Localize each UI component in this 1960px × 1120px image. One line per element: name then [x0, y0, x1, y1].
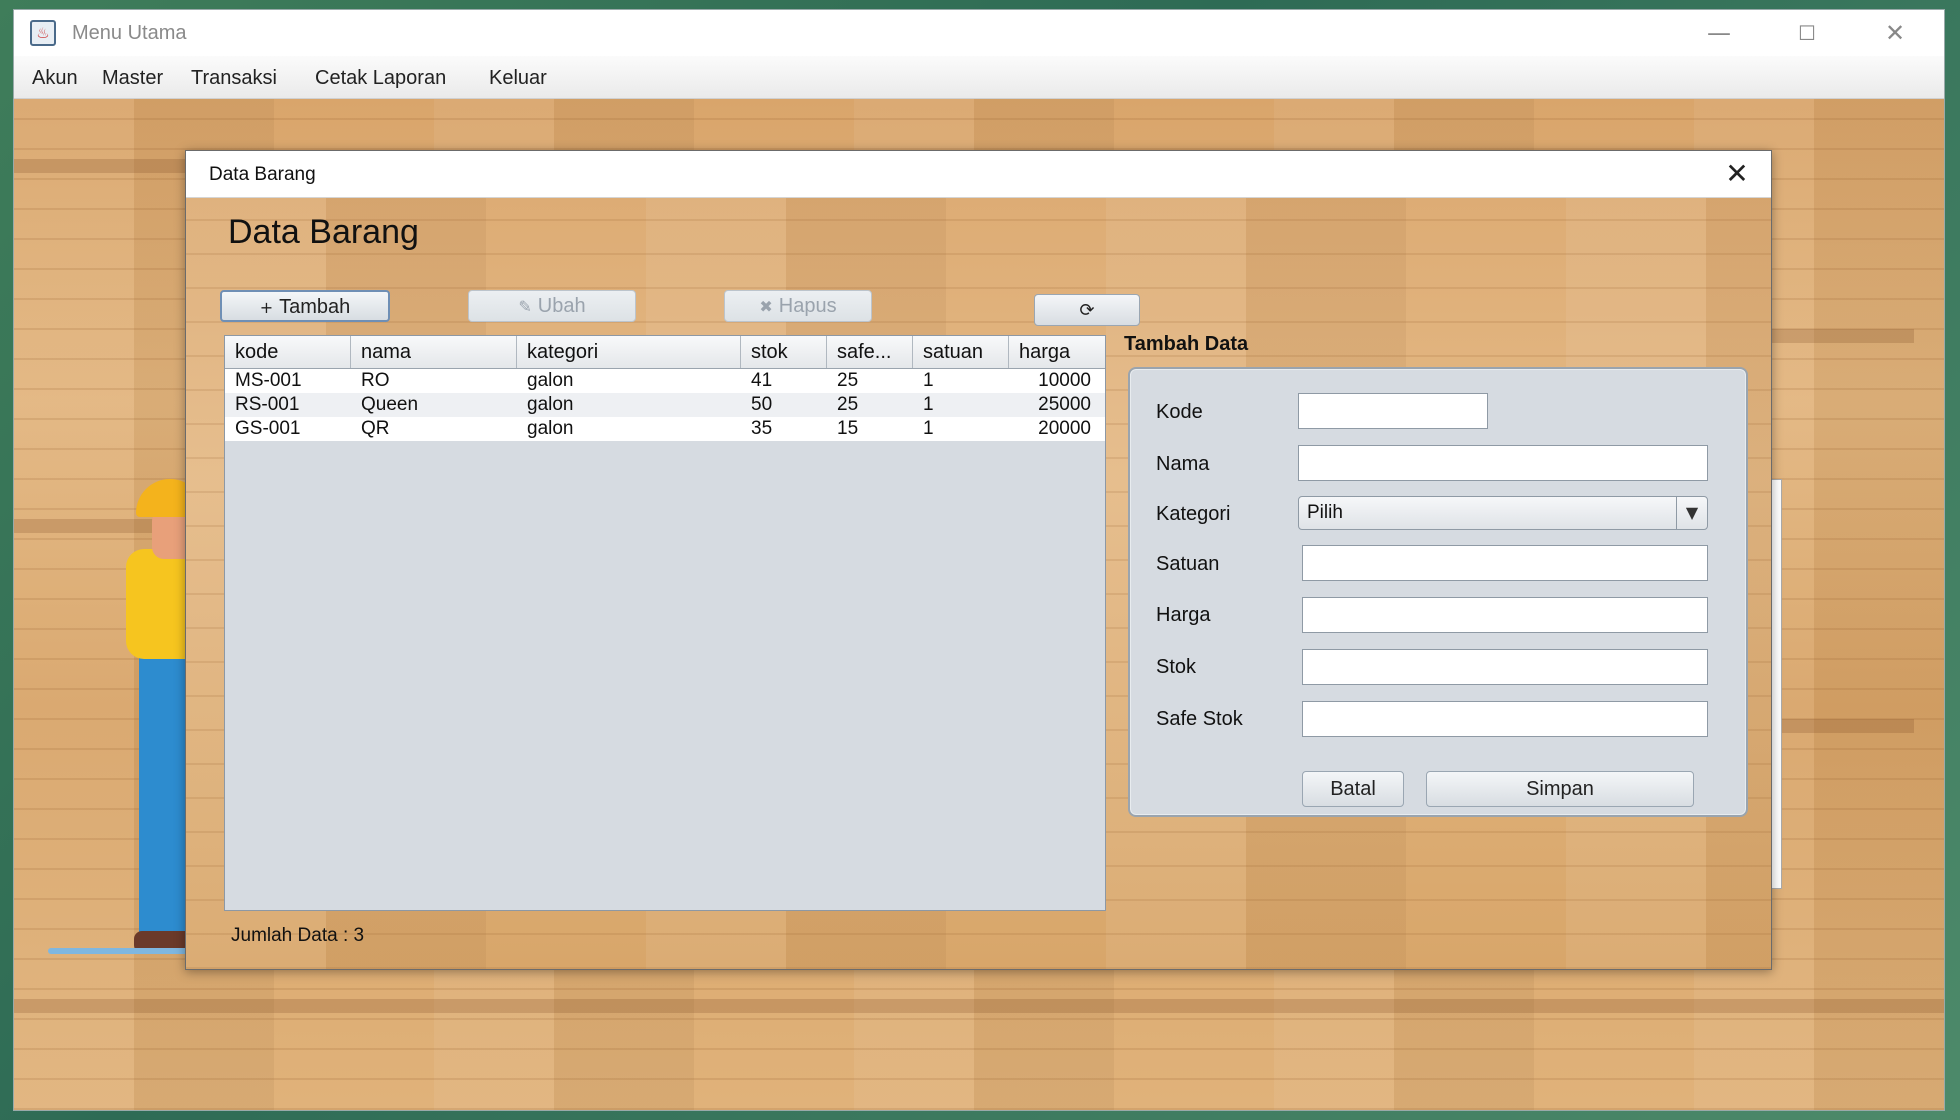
nama-input[interactable] [1298, 445, 1708, 481]
cell-kategori: galon [527, 370, 574, 391]
page-title: Data Barang [228, 213, 419, 251]
cell-satuan: 1 [923, 394, 934, 415]
cell-stok: 41 [751, 370, 773, 391]
java-app-icon: ♨ [30, 20, 56, 46]
column-header-harga[interactable]: harga [1009, 336, 1105, 368]
column-header-nama[interactable]: nama [351, 336, 517, 368]
table-header: kode nama kategori stok safe... satuan h… [225, 336, 1105, 369]
cell-kategori: galon [527, 418, 574, 439]
delete-button-label: Hapus [778, 295, 837, 317]
column-header-kode[interactable]: kode [225, 336, 351, 368]
add-button-label: Tambah [279, 296, 351, 318]
kategori-select[interactable]: Pilih ▼ [1298, 496, 1708, 530]
plus-icon: + [259, 298, 274, 317]
menu-cetak-laporan[interactable]: Cetak Laporan [315, 67, 446, 90]
menubar: Akun Master Transaksi Cetak Laporan Kelu… [14, 56, 1944, 99]
window-title: Menu Utama [72, 22, 187, 44]
dialog-titlebar: Data Barang ✕ [186, 151, 1771, 198]
table-row[interactable]: MS-001 RO galon 41 25 1 10000 [225, 369, 1105, 393]
cell-harga: 20000 [1038, 418, 1091, 439]
column-header-stok[interactable]: stok [741, 336, 827, 368]
cancel-button[interactable]: Batal [1302, 771, 1404, 807]
table-row[interactable]: GS-001 QR galon 35 15 1 20000 [225, 417, 1105, 441]
edit-button-label: Ubah [537, 295, 586, 317]
form-section-title: Tambah Data [1124, 333, 1249, 355]
main-titlebar: ♨ Menu Utama — ☐ ✕ [14, 10, 1944, 56]
stok-label: Stok [1156, 656, 1197, 678]
cell-safe-stok: 25 [837, 370, 859, 391]
table-row[interactable]: RS-001 Queen galon 50 25 1 25000 [225, 393, 1105, 417]
satuan-label: Satuan [1156, 553, 1220, 575]
harga-input[interactable] [1302, 597, 1708, 633]
cell-satuan: 1 [923, 370, 934, 391]
save-button[interactable]: Simpan [1426, 771, 1694, 807]
cell-stok: 35 [751, 418, 773, 439]
column-header-safe-stok[interactable]: safe... [827, 336, 913, 368]
chevron-down-icon[interactable]: ▼ [1676, 497, 1707, 529]
dialog-title: Data Barang [209, 164, 316, 185]
menu-transaksi[interactable]: Transaksi [191, 67, 277, 90]
cell-harga: 10000 [1038, 370, 1091, 391]
cell-kode: MS-001 [235, 370, 302, 391]
column-header-satuan[interactable]: satuan [913, 336, 1009, 368]
cell-safe-stok: 15 [837, 418, 859, 439]
add-data-form: Kode Nama Kategori Pilih ▼ Satuan Harga … [1128, 367, 1748, 817]
safe-stok-label: Safe Stok [1156, 708, 1243, 730]
stok-input[interactable] [1302, 649, 1708, 685]
menu-keluar[interactable]: Keluar [489, 67, 547, 90]
cell-kode: GS-001 [235, 418, 301, 439]
harga-label: Harga [1156, 604, 1211, 626]
kategori-selected-value: Pilih [1307, 502, 1343, 523]
cell-kode: RS-001 [235, 394, 300, 415]
add-button[interactable]: + Tambah [220, 290, 390, 322]
data-table[interactable]: kode nama kategori stok safe... satuan h… [224, 335, 1106, 911]
maximize-icon[interactable]: ☐ [1772, 14, 1842, 52]
kode-label: Kode [1156, 401, 1203, 423]
minimize-icon[interactable]: — [1684, 14, 1754, 52]
dialog-close-icon[interactable]: ✕ [1717, 155, 1757, 193]
pencil-icon: ✎ [518, 297, 532, 316]
nama-label: Nama [1156, 453, 1210, 475]
data-barang-dialog: Data Barang ✕ Data Barang + Tambah ✎ Ubah … [185, 150, 1772, 970]
refresh-icon: ⟳ [1079, 300, 1095, 321]
cell-satuan: 1 [923, 418, 934, 439]
refresh-button[interactable]: ⟳ [1034, 294, 1140, 326]
safe-stok-input[interactable] [1302, 701, 1708, 737]
cell-kategori: galon [527, 394, 574, 415]
column-header-kategori[interactable]: kategori [517, 336, 741, 368]
close-icon[interactable]: ✕ [1860, 14, 1930, 52]
cell-stok: 50 [751, 394, 773, 415]
satuan-input[interactable] [1302, 545, 1708, 581]
wood-plank [14, 999, 1944, 1013]
cell-nama: QR [361, 418, 390, 439]
record-count: Jumlah Data : 3 [231, 925, 365, 946]
kode-input[interactable] [1298, 393, 1488, 429]
cell-harga: 25000 [1038, 394, 1091, 415]
cell-safe-stok: 25 [837, 394, 859, 415]
cell-nama: RO [361, 370, 390, 391]
menu-akun[interactable]: Akun [32, 67, 78, 90]
menu-master[interactable]: Master [102, 67, 163, 90]
delete-icon: ✖ [759, 297, 773, 316]
kategori-label: Kategori [1156, 503, 1231, 525]
floor-line [48, 948, 208, 954]
edit-button[interactable]: ✎ Ubah [468, 290, 636, 322]
delete-button[interactable]: ✖ Hapus [724, 290, 872, 322]
cell-nama: Queen [361, 394, 419, 415]
